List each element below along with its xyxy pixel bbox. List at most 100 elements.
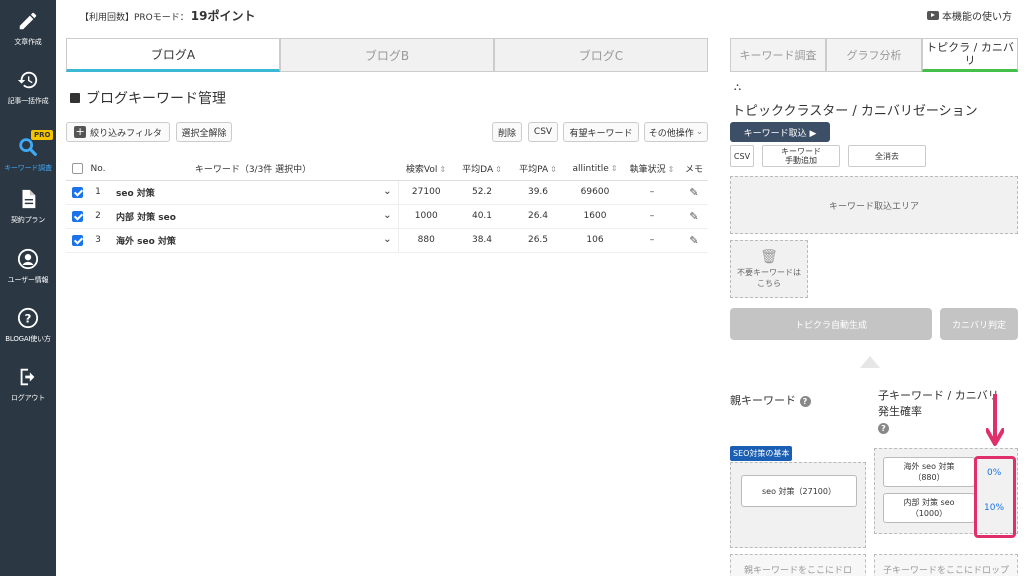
topic-cluster-generate-button[interactable]: トピクラ自動生成 (730, 308, 932, 340)
row-status-select[interactable]: – (624, 204, 680, 229)
filter-button-label: 絞り込みフィルタ (90, 128, 162, 139)
row-status-select[interactable]: – (624, 180, 680, 205)
keyword-table: No. キーワード（3/3件 選択中） 検索Vol ⇕ 平均DA ⇕ 平均PA ⇕ a… (66, 158, 708, 253)
clear-all-button[interactable]: 全消去 (848, 145, 926, 167)
table-row: 3 海外 seo 対策 ⌄ 880 38.4 26.5 106 – ✎ (66, 228, 708, 253)
pointer-triangle (860, 356, 880, 368)
tab-blog-a[interactable]: ブログA (66, 38, 280, 72)
right-panel: キーワード調査 グラフ分析 トピクラ / カニバリ ⛬ トピッククラスター / … (718, 30, 1024, 576)
sidebar-item-write[interactable]: 文章作成 (0, 10, 56, 47)
page-title: ブログキーワード管理 (70, 88, 226, 108)
sidebar-item-label: ユーザー情報 (7, 276, 49, 284)
row-da: 52.2 (454, 180, 510, 205)
col-allintitle-label: allintitle (572, 163, 609, 174)
row-checkbox[interactable] (66, 228, 88, 253)
tab-keyword-research[interactable]: キーワード調査 (730, 38, 826, 72)
other-actions-dropdown[interactable]: その他操作 ⌄ (644, 122, 708, 142)
edit-memo-button[interactable]: ✎ (680, 180, 708, 205)
sidebar-item-bulk[interactable]: 記事一括作成 (0, 69, 56, 106)
row-status-select[interactable]: – (624, 228, 680, 253)
deselect-all-button[interactable]: 選択全解除 (176, 122, 232, 142)
blog-tabs: ブログA ブログB ブログC (66, 38, 708, 72)
parent-drop-area[interactable]: 親キーワードをここにドロ (730, 554, 866, 576)
favorite-keyword-button[interactable]: 有望キーワード (563, 122, 639, 142)
row-no: 1 (88, 180, 108, 205)
pencil-icon (19, 12, 37, 30)
child-keyword-pill[interactable]: 海外 seo 対策 （880） (883, 457, 975, 487)
edit-memo-button[interactable]: ✎ (680, 228, 708, 253)
col-allintitle[interactable]: allintitle ⇕ (566, 158, 624, 181)
col-da[interactable]: 平均DA ⇕ (454, 158, 510, 181)
tab-graph-analysis[interactable]: グラフ分析 (826, 38, 922, 72)
col-status[interactable]: 執筆状況 ⇕ (624, 158, 680, 181)
right-tabs: キーワード調査 グラフ分析 トピクラ / カニバリ (730, 38, 1018, 72)
manual-add-button[interactable]: キーワード 手動追加 (762, 145, 840, 167)
row-allintitle: 106 (566, 228, 624, 253)
help-icon[interactable]: ? (799, 395, 811, 407)
pro-badge: PRO (31, 130, 54, 140)
help-icon[interactable]: ? (878, 422, 889, 434)
select-all-checkbox[interactable] (66, 158, 88, 181)
row-checkbox[interactable] (66, 180, 88, 205)
row-allintitle: 69600 (566, 180, 624, 205)
keyword-import-area[interactable]: キーワード取込エリア (730, 176, 1018, 234)
chevron-down-icon[interactable]: ⌄ (383, 234, 391, 245)
row-vol: 880 (398, 228, 454, 253)
csv-import-button[interactable]: CSV (730, 145, 754, 167)
col-pa[interactable]: 平均PA ⇕ (510, 158, 566, 181)
col-status-label: 執筆状況 (629, 165, 666, 176)
col-keyword[interactable]: キーワード（3/3件 選択中） (108, 158, 398, 181)
chevron-down-icon[interactable]: ⌄ (383, 186, 391, 197)
trash-drop-area[interactable]: 🗑 不要キーワードは こちら (730, 240, 808, 298)
sidebar-item-user[interactable]: ユーザー情報 (0, 248, 56, 285)
row-keyword[interactable]: 内部 対策 seo ⌄ (108, 204, 399, 229)
usage-label: 【利用回数】PROモード： (80, 13, 189, 23)
parent-keyword-text: 親キーワード (730, 394, 796, 407)
other-actions-label: その他操作 (648, 128, 694, 139)
row-keyword[interactable]: 海外 seo 対策 ⌄ (108, 228, 399, 253)
child-drop-area[interactable]: 子キーワードをここにドロップ (874, 554, 1018, 576)
howto-link[interactable]: 本機能の使い方 (927, 8, 1012, 23)
parent-keyword-box[interactable]: seo 対策（27100） (730, 462, 866, 548)
row-status: – (649, 211, 655, 221)
sidebar-item-plan[interactable]: 契約プラン (0, 188, 56, 225)
edit-memo-button[interactable]: ✎ (680, 204, 708, 229)
tab-blog-c[interactable]: ブログC (494, 38, 708, 72)
pencil-icon: ✎ (689, 185, 699, 199)
highlight-box (974, 456, 1016, 538)
row-keyword-text: 海外 seo 対策 (116, 236, 176, 247)
table-row: 2 内部 対策 seo ⌄ 1000 40.1 26.4 1600 – ✎ (66, 204, 708, 229)
row-keyword[interactable]: seo 対策 ⌄ (108, 180, 399, 205)
csv-button[interactable]: CSV (528, 122, 558, 142)
row-checkbox[interactable] (66, 204, 88, 229)
chevron-down-icon[interactable]: ⌄ (383, 210, 391, 221)
row-da: 38.4 (454, 228, 510, 253)
filter-button[interactable]: + 絞り込みフィルタ (66, 122, 170, 142)
page-title-text: ブログキーワード管理 (86, 91, 226, 107)
row-da: 40.1 (454, 204, 510, 229)
delete-button[interactable]: 削除 (492, 122, 522, 142)
tab-blog-b[interactable]: ブログB (280, 38, 494, 72)
keyword-import-button[interactable]: キーワード取込 ▶ (730, 122, 830, 142)
tab-topic-cluster[interactable]: トピクラ / カニバリ (922, 38, 1018, 72)
plus-icon: + (74, 125, 87, 138)
child-keyword-label: 子キーワード / カニバリ 発生確率 ? (878, 388, 999, 436)
col-vol[interactable]: 検索Vol ⇕ (398, 158, 454, 181)
cluster-tag[interactable]: SEO対策の基本 (730, 446, 793, 461)
sidebar-item-logout[interactable]: ログアウト (0, 366, 56, 403)
help-icon: ? (17, 307, 39, 329)
row-pa: 26.4 (510, 204, 566, 229)
child-keyword-pill[interactable]: 内部 対策 seo （1000） (883, 493, 975, 523)
sort-icon: ⇕ (610, 163, 618, 173)
cannibal-judge-button[interactable]: カニバリ判定 (940, 308, 1018, 340)
row-status: – (649, 187, 655, 197)
parent-keyword-pill[interactable]: seo 対策（27100） (741, 475, 857, 507)
sidebar: 文章作成 記事一括作成 PRO キーワード調査 契約プラン ユーザー情報 ? B… (0, 0, 56, 576)
child-keyword-text: 子キーワード / カニバリ (878, 389, 999, 402)
sidebar-item-keyword[interactable]: PRO キーワード調査 (0, 130, 56, 173)
table-header-row: No. キーワード（3/3件 選択中） 検索Vol ⇕ 平均DA ⇕ 平均PA ⇕ a… (66, 158, 708, 181)
sidebar-item-howto[interactable]: ? BLOGAI使い方 (0, 307, 56, 344)
table-row: 1 seo 対策 ⌄ 27100 52.2 39.6 69600 – ✎ (66, 180, 708, 205)
checkbox (71, 163, 83, 175)
col-da-label: 平均DA (462, 165, 494, 176)
